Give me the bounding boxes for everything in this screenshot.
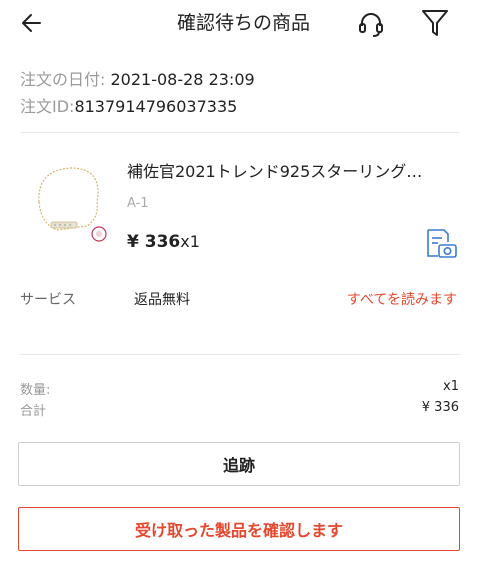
order-id-label: 注文ID: bbox=[20, 97, 75, 116]
service-label: サービス bbox=[20, 292, 76, 308]
photo-review-icon bbox=[427, 229, 457, 258]
order-id-value: 8137914796037335 bbox=[74, 97, 238, 116]
support-button[interactable] bbox=[355, 8, 387, 40]
divider bbox=[20, 354, 460, 355]
quantity-label: 数量: bbox=[20, 383, 51, 398]
filter-icon bbox=[422, 10, 448, 36]
order-date-label: 注文の日付: bbox=[20, 70, 106, 89]
product-thumbnail[interactable] bbox=[27, 160, 115, 248]
headset-icon bbox=[359, 13, 383, 37]
product-sku: A-1 bbox=[127, 196, 149, 211]
page-title: 確認待ちの商品 bbox=[176, 12, 310, 34]
price-value: ¥ 336 bbox=[127, 232, 181, 252]
total-label: 合計 bbox=[20, 404, 47, 419]
track-button[interactable]: 追跡 bbox=[18, 442, 460, 486]
divider bbox=[20, 132, 460, 133]
bracelet-image bbox=[38, 167, 107, 242]
order-date-value: 2021-08-28 23:09 bbox=[105, 70, 255, 89]
product-name[interactable]: 補佐官2021トレンド925スターリング… bbox=[127, 158, 457, 182]
total-value: ¥ 336 bbox=[421, 400, 459, 415]
order-id: 注文ID:8137914796037335 bbox=[20, 93, 237, 117]
filter-button[interactable] bbox=[420, 7, 450, 39]
read-all-link[interactable]: すべてを読みます bbox=[347, 289, 457, 309]
product-price: ¥ 336x1 bbox=[127, 232, 200, 252]
quantity-value: x1 bbox=[443, 379, 459, 394]
price-qty: x1 bbox=[180, 232, 200, 251]
confirm-receipt-button[interactable]: 受け取った製品を確認します bbox=[18, 507, 460, 551]
service-value: 返品無料 bbox=[134, 292, 190, 308]
order-date: 注文の日付: 2021-08-28 23:09 bbox=[20, 66, 255, 90]
photo-review-button[interactable] bbox=[424, 228, 458, 260]
